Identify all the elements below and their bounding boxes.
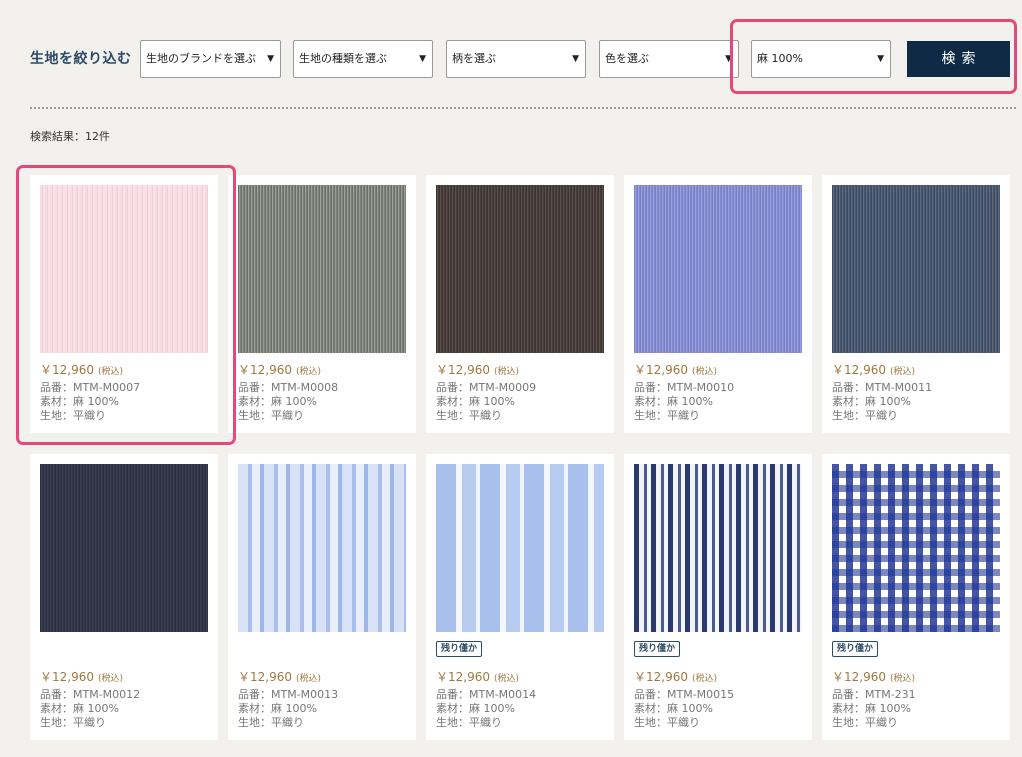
product-price: ￥12,960 (税込) bbox=[238, 668, 321, 685]
tax-note: (税込) bbox=[692, 674, 718, 684]
price-value: ￥12,960 bbox=[832, 363, 886, 377]
product-card[interactable]: ￥12,960 (税込) 品番：MTM-M0008 素材：麻 100% 生地：平織… bbox=[228, 175, 416, 433]
fabric-swatch[interactable] bbox=[832, 464, 1000, 632]
tax-note: (税込) bbox=[890, 367, 916, 377]
chevron-down-icon: ▼ bbox=[419, 54, 426, 64]
low-stock-badge: 残り僅か bbox=[634, 641, 681, 657]
product-weave: 生地：平織り bbox=[238, 409, 304, 422]
fabric-type-select-value: 生地の種類を選ぶ bbox=[299, 52, 387, 65]
product-price: ￥12,960 (税込) bbox=[436, 668, 519, 685]
product-code: 品番：MTM-M0014 bbox=[436, 688, 537, 701]
tax-note: (税込) bbox=[98, 674, 124, 684]
pattern-select[interactable]: 柄を選ぶ ▼ bbox=[446, 40, 586, 78]
product-card[interactable]: ￥12,960 (税込) 品番：MTM-M0010 素材：麻 100% 生地：平織… bbox=[624, 175, 812, 433]
product-price: ￥12,960 (税込) bbox=[832, 361, 915, 378]
product-price: ￥12,960 (税込) bbox=[634, 361, 717, 378]
product-material: 素材：麻 100% bbox=[238, 395, 317, 408]
product-material: 素材：麻 100% bbox=[634, 395, 713, 408]
price-value: ￥12,960 bbox=[832, 670, 886, 684]
highlight-frame bbox=[16, 165, 236, 445]
product-card[interactable]: 残り僅か ￥12,960 (税込) 品番：MTM-M0014 素材：麻 100% … bbox=[426, 454, 614, 740]
product-price: ￥12,960 (税込) bbox=[832, 668, 915, 685]
product-material: 素材：麻 100% bbox=[40, 702, 119, 715]
chevron-down-icon: ▼ bbox=[267, 54, 274, 64]
product-material: 素材：麻 100% bbox=[436, 395, 515, 408]
product-material: 素材：麻 100% bbox=[832, 702, 911, 715]
price-value: ￥12,960 bbox=[436, 363, 490, 377]
product-material: 素材：麻 100% bbox=[634, 702, 713, 715]
price-value: ￥12,960 bbox=[436, 670, 490, 684]
divider bbox=[30, 107, 1016, 109]
product-code: 品番：MTM-M0011 bbox=[832, 381, 933, 394]
product-weave: 生地：平織り bbox=[832, 409, 898, 422]
product-code: 品番：MTM-M0010 bbox=[634, 381, 735, 394]
product-code: 品番：MTM-M0008 bbox=[238, 381, 339, 394]
result-count: 検索結果：12件 bbox=[30, 130, 110, 143]
color-select[interactable]: 色を選ぶ ▼ bbox=[599, 40, 739, 78]
product-weave: 生地：平織り bbox=[832, 716, 898, 729]
brand-select[interactable]: 生地のブランドを選ぶ ▼ bbox=[140, 40, 281, 78]
product-code: 品番：MTM-M0009 bbox=[436, 381, 537, 394]
product-card[interactable]: ￥12,960 (税込) 品番：MTM-M0013 素材：麻 100% 生地：平織… bbox=[228, 454, 416, 740]
fabric-swatch[interactable] bbox=[634, 185, 802, 353]
product-material: 素材：麻 100% bbox=[238, 702, 317, 715]
color-select-value: 色を選ぶ bbox=[605, 52, 649, 65]
price-value: ￥12,960 bbox=[634, 670, 688, 684]
price-value: ￥12,960 bbox=[634, 363, 688, 377]
low-stock-badge: 残り僅か bbox=[832, 641, 879, 657]
fabric-swatch[interactable] bbox=[436, 464, 604, 632]
product-card[interactable]: ￥12,960 (税込) 品番：MTM-M0009 素材：麻 100% 生地：平織… bbox=[426, 175, 614, 433]
product-weave: 生地：平織り bbox=[634, 409, 700, 422]
product-code: 品番：MTM-M0012 bbox=[40, 688, 141, 701]
product-card[interactable]: ￥12,960 (税込) 品番：MTM-M0011 素材：麻 100% 生地：平織… bbox=[822, 175, 1010, 433]
product-price: ￥12,960 (税込) bbox=[634, 668, 717, 685]
fabric-type-select[interactable]: 生地の種類を選ぶ ▼ bbox=[293, 40, 433, 78]
tax-note: (税込) bbox=[494, 674, 520, 684]
tax-note: (税込) bbox=[296, 674, 322, 684]
product-material: 素材：麻 100% bbox=[832, 395, 911, 408]
price-value: ￥12,960 bbox=[238, 363, 292, 377]
product-price: ￥12,960 (税込) bbox=[40, 668, 123, 685]
fabric-swatch[interactable] bbox=[436, 185, 604, 353]
pattern-select-value: 柄を選ぶ bbox=[452, 52, 496, 65]
product-weave: 生地：平織り bbox=[238, 716, 304, 729]
brand-select-value: 生地のブランドを選ぶ bbox=[146, 52, 256, 65]
tax-note: (税込) bbox=[494, 367, 520, 377]
fabric-swatch[interactable] bbox=[40, 464, 208, 632]
product-code: 品番：MTM-M0013 bbox=[238, 688, 339, 701]
product-material: 素材：麻 100% bbox=[436, 702, 515, 715]
fabric-swatch[interactable] bbox=[238, 185, 406, 353]
product-price: ￥12,960 (税込) bbox=[436, 361, 519, 378]
price-value: ￥12,960 bbox=[40, 670, 94, 684]
product-code: 品番：MTM-231 bbox=[832, 688, 916, 701]
highlight-frame bbox=[730, 19, 1017, 94]
low-stock-badge: 残り僅か bbox=[436, 641, 483, 657]
filter-label: 生地を絞り込む bbox=[30, 51, 132, 67]
product-weave: 生地：平織り bbox=[40, 716, 106, 729]
tax-note: (税込) bbox=[890, 674, 916, 684]
tax-note: (税込) bbox=[692, 367, 718, 377]
product-card[interactable]: ￥12,960 (税込) 品番：MTM-M0012 素材：麻 100% 生地：平織… bbox=[30, 454, 218, 740]
product-card[interactable]: 残り僅か ￥12,960 (税込) 品番：MTM-231 素材：麻 100% 生地… bbox=[822, 454, 1010, 740]
product-weave: 生地：平織り bbox=[634, 716, 700, 729]
product-weave: 生地：平織り bbox=[436, 409, 502, 422]
product-weave: 生地：平織り bbox=[436, 716, 502, 729]
fabric-swatch[interactable] bbox=[832, 185, 1000, 353]
fabric-swatch[interactable] bbox=[634, 464, 802, 632]
tax-note: (税込) bbox=[296, 367, 322, 377]
product-price: ￥12,960 (税込) bbox=[238, 361, 321, 378]
product-code: 品番：MTM-M0015 bbox=[634, 688, 735, 701]
chevron-down-icon: ▼ bbox=[572, 54, 579, 64]
price-value: ￥12,960 bbox=[238, 670, 292, 684]
fabric-swatch[interactable] bbox=[238, 464, 406, 632]
product-card[interactable]: 残り僅か ￥12,960 (税込) 品番：MTM-M0015 素材：麻 100% … bbox=[624, 454, 812, 740]
